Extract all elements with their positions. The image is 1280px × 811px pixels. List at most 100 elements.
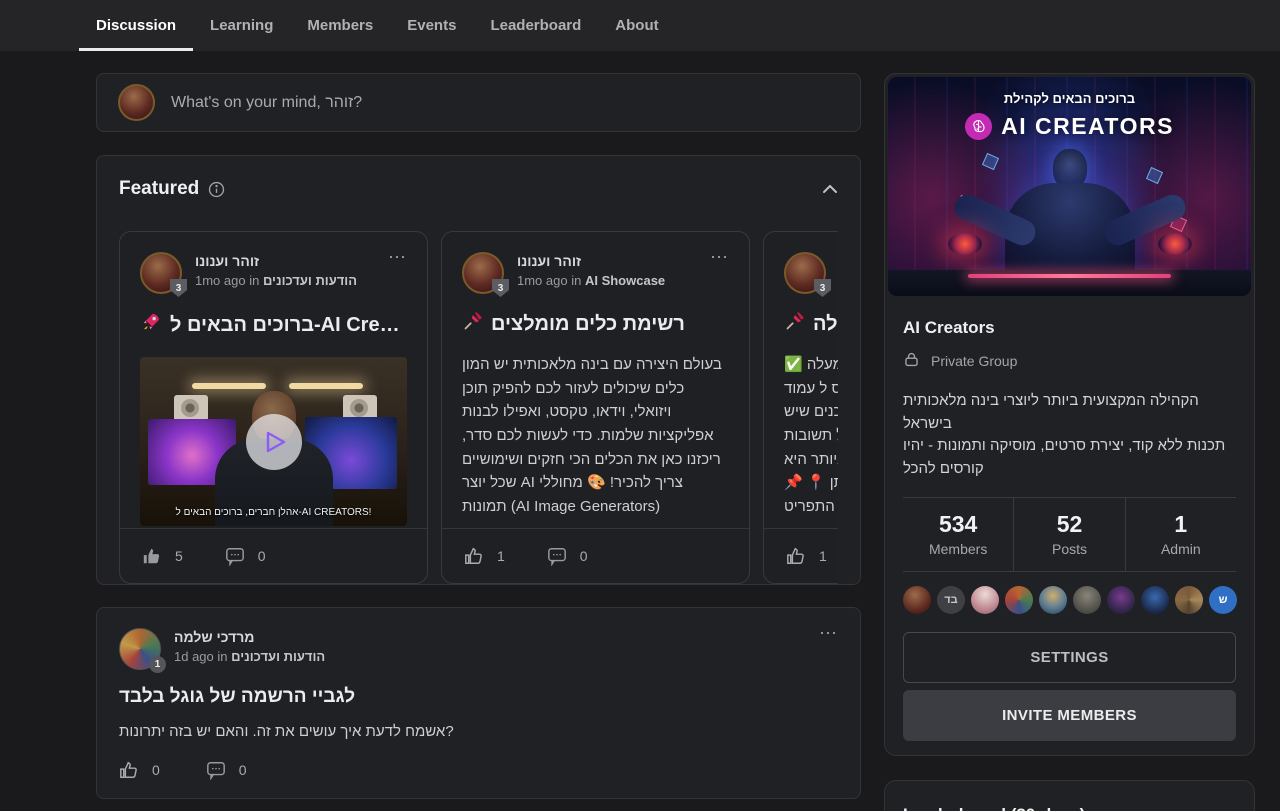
member-avatar[interactable] — [1005, 586, 1033, 614]
featured-title: Featured — [119, 178, 199, 200]
group-description-line: הקהילה המקצועית ביותר ליוצרי בינה מלאכות… — [903, 390, 1236, 435]
like-count: 0 — [152, 762, 160, 778]
like-button[interactable]: 0 — [119, 760, 160, 780]
member-avatars-row: בד ש — [903, 586, 1236, 614]
featured-post-title[interactable]: קהילה — [813, 313, 838, 336]
more-options-icon[interactable]: ⋯ — [710, 252, 729, 262]
video-caption: אהלן חברים, ברוכים הבאים ל-AI CREATORS! — [140, 507, 407, 518]
stat-members: 534 Members — [903, 498, 1013, 571]
member-avatar[interactable]: ש — [1209, 586, 1237, 614]
tab-leaderboard[interactable]: Leaderboard — [473, 0, 598, 51]
post-composer[interactable]: What's on your mind, זוהר? — [96, 73, 861, 132]
comment-button[interactable]: 0 — [206, 760, 247, 780]
settings-button[interactable]: SETTINGS — [903, 632, 1236, 683]
featured-post-body: ✅ למעלה ? היכנס ל עמוד התכנים שיש לקבל ת… — [784, 353, 838, 519]
group-name: AI Creators — [903, 318, 1236, 338]
speaker — [174, 395, 208, 421]
top-navigation: Discussion Learning Members Events Leade… — [0, 0, 1280, 51]
tab-members[interactable]: Members — [290, 0, 390, 51]
level-badge: 3 — [492, 279, 509, 297]
author-name[interactable]: זוהר וענונו — [195, 252, 357, 270]
current-user-avatar — [118, 84, 155, 121]
invite-members-button[interactable]: INVITE MEMBERS — [903, 690, 1236, 741]
author-avatar[interactable]: 3 — [784, 252, 826, 294]
chevron-up-icon[interactable] — [822, 184, 838, 194]
more-options-icon[interactable]: ⋯ — [819, 628, 838, 638]
featured-post-title[interactable]: רשימת כלים מומלצים — [491, 313, 685, 336]
post-category[interactable]: הודעות ועדכונים — [231, 649, 325, 664]
tab-about[interactable]: About — [598, 0, 675, 51]
main-feed: What's on your mind, זוהר? Featured — [96, 73, 861, 799]
lock-icon — [903, 351, 920, 371]
group-description-line: תכנות ללא קוד, יצירת סרטים, מוסיקה ותמונ… — [903, 435, 1236, 480]
author-name[interactable]: מרדכי שלמה — [174, 628, 325, 646]
like-button[interactable]: 1 — [464, 546, 505, 566]
member-avatar[interactable] — [1039, 586, 1067, 614]
rocket-icon — [140, 311, 162, 339]
like-button[interactable]: 1 — [786, 546, 827, 566]
comment-button[interactable]: 0 — [225, 546, 266, 566]
post-category[interactable]: הודעות ועדכונים — [263, 273, 357, 288]
group-info-card: ברוכים הבאים לקהילת AI CREATORS AI Creat… — [884, 73, 1255, 756]
featured-carousel: 3 זוהר וענונו 1mo ago in הודעות ועדכונים… — [119, 231, 838, 584]
stat-posts: 52 Posts — [1013, 498, 1124, 571]
pin-icon — [462, 311, 483, 338]
author-name[interactable]: זוהר וענונו — [517, 252, 665, 270]
video-thumbnail[interactable]: אהלן חברים, ברוכים הבאים ל-AI CREATORS! — [140, 357, 407, 526]
post-time: 1d ago in — [174, 649, 228, 664]
featured-post-title[interactable]: ברוכים הבאים ל-AI Creat... — [170, 314, 407, 337]
play-button[interactable] — [246, 414, 302, 470]
banner-welcome-text: ברוכים הבאים לקהילת — [888, 91, 1251, 106]
tab-learning[interactable]: Learning — [193, 0, 290, 51]
composer-placeholder: What's on your mind, זוהר? — [171, 94, 362, 112]
leaderboard-title: Leaderboard (30-days) — [903, 805, 1236, 811]
like-count: 1 — [497, 548, 505, 564]
post-category[interactable]: AI Showcase — [585, 273, 665, 288]
featured-card-welcome[interactable]: 3 זוהר וענונו 1mo ago in הודעות ועדכונים… — [119, 231, 428, 584]
info-icon[interactable] — [208, 181, 225, 198]
stat-admin: 1 Admin — [1125, 498, 1236, 571]
post-body: אשמח לדעת איך עושים את זה. והאם יש בזה י… — [119, 723, 838, 740]
author-avatar[interactable]: 3 — [462, 252, 504, 294]
pin-icon — [784, 311, 805, 338]
group-banner-image: ברוכים הבאים לקהילת AI CREATORS — [888, 77, 1251, 296]
post-title[interactable]: לגביי הרשמה של גוגל בלבד — [119, 686, 838, 708]
member-avatar[interactable] — [1141, 586, 1169, 614]
member-avatar[interactable] — [1175, 586, 1203, 614]
comment-count: 0 — [239, 762, 247, 778]
group-sidebar: ברוכים הבאים לקהילת AI CREATORS AI Creat… — [884, 73, 1255, 811]
group-stats: 534 Members 52 Posts 1 Admin — [903, 498, 1236, 571]
post-time: 1mo ago in — [517, 273, 581, 288]
like-button[interactable]: 5 — [142, 546, 183, 566]
studio-light — [192, 383, 266, 389]
feed-post[interactable]: 1 מרדכי שלמה 1d ago in הודעות ועדכונים ⋯… — [96, 607, 861, 799]
comment-button[interactable]: 0 — [547, 546, 588, 566]
tab-events[interactable]: Events — [390, 0, 473, 51]
studio-light — [289, 383, 363, 389]
banner-logo-text: AI CREATORS — [1001, 113, 1174, 140]
privacy-label: Private Group — [931, 353, 1017, 369]
brain-icon — [965, 113, 992, 140]
author-avatar[interactable]: 1 — [119, 628, 161, 670]
featured-card-tools[interactable]: 3 זוהר וענונו 1mo ago in AI Showcase ⋯ ר… — [441, 231, 750, 584]
level-badge: 1 — [149, 656, 166, 673]
leaderboard-card: Leaderboard (30-days) — [884, 780, 1255, 811]
post-time: 1mo ago in — [195, 273, 259, 288]
comment-count: 0 — [258, 548, 266, 564]
member-avatar[interactable] — [971, 586, 999, 614]
more-options-icon[interactable]: ⋯ — [388, 252, 407, 262]
featured-card-community[interactable]: 3 זוהר וענונו 1mo קהילה ✅ למעלה ? היכ — [763, 231, 838, 584]
level-badge: 3 — [170, 279, 187, 297]
member-avatar[interactable]: בד — [937, 586, 965, 614]
tab-discussion[interactable]: Discussion — [79, 0, 193, 51]
level-badge: 3 — [814, 279, 831, 297]
featured-section: Featured — [96, 155, 861, 585]
member-avatar[interactable] — [1107, 586, 1135, 614]
member-avatar[interactable] — [903, 586, 931, 614]
like-count: 5 — [175, 548, 183, 564]
author-avatar[interactable]: 3 — [140, 252, 182, 294]
featured-post-body: בעולם היצירה עם בינה מלאכותית יש המון כל… — [462, 353, 729, 519]
member-avatar[interactable] — [1073, 586, 1101, 614]
like-count: 1 — [819, 548, 827, 564]
comment-count: 0 — [580, 548, 588, 564]
